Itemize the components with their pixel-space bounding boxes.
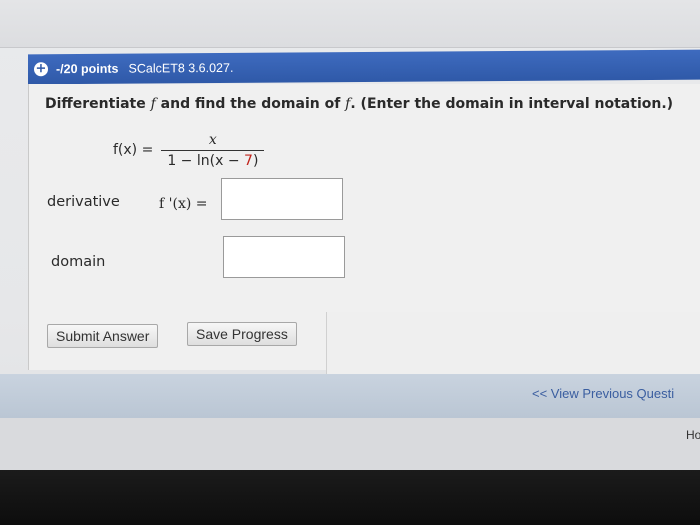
submit-answer-button[interactable]: Submit Answer bbox=[47, 324, 159, 348]
derivative-input[interactable] bbox=[221, 178, 343, 220]
denominator-highlight: 7 bbox=[244, 152, 253, 169]
question-prompt: Differentiate f and find the domain of f… bbox=[45, 96, 673, 112]
domain-label: domain bbox=[51, 254, 106, 270]
derivative-label: derivative bbox=[47, 194, 120, 210]
function-formula: f(x) = x 1 − ln(x − 7) bbox=[113, 130, 265, 170]
prompt-text-1: Differentiate bbox=[45, 96, 151, 112]
expand-icon[interactable]: + bbox=[34, 61, 48, 77]
side-panel bbox=[326, 312, 700, 374]
screen: + -/20 points SCalcET8 3.6.027. Differen… bbox=[0, 0, 700, 525]
question-header: + -/20 points SCalcET8 3.6.027. bbox=[28, 49, 700, 85]
denominator-end: ) bbox=[252, 152, 259, 169]
question-code: SCalcET8 3.6.027. bbox=[128, 60, 234, 76]
formula-numerator: x bbox=[208, 131, 217, 148]
points-label: -/20 points bbox=[56, 61, 119, 77]
formula-lhs: f(x) = bbox=[113, 142, 154, 158]
top-strip bbox=[0, 0, 700, 48]
fprime-label: f '(x) = bbox=[159, 196, 208, 212]
prompt-text-3: . (Enter the domain in interval notation… bbox=[350, 96, 674, 112]
save-progress-button[interactable]: Save Progress bbox=[187, 322, 297, 346]
prompt-text-2: and find the domain of bbox=[155, 96, 346, 112]
lower-area bbox=[0, 418, 700, 470]
formula-fraction: x 1 − ln(x − 7) bbox=[161, 131, 265, 169]
home-link[interactable]: Ho bbox=[686, 428, 700, 442]
view-previous-link[interactable]: << View Previous Questi bbox=[532, 386, 674, 401]
monitor-bezel bbox=[0, 470, 700, 525]
domain-input[interactable] bbox=[223, 236, 345, 278]
formula-denominator: 1 − ln(x − 7) bbox=[161, 149, 265, 169]
denominator-start: 1 − ln(x − bbox=[167, 152, 245, 169]
